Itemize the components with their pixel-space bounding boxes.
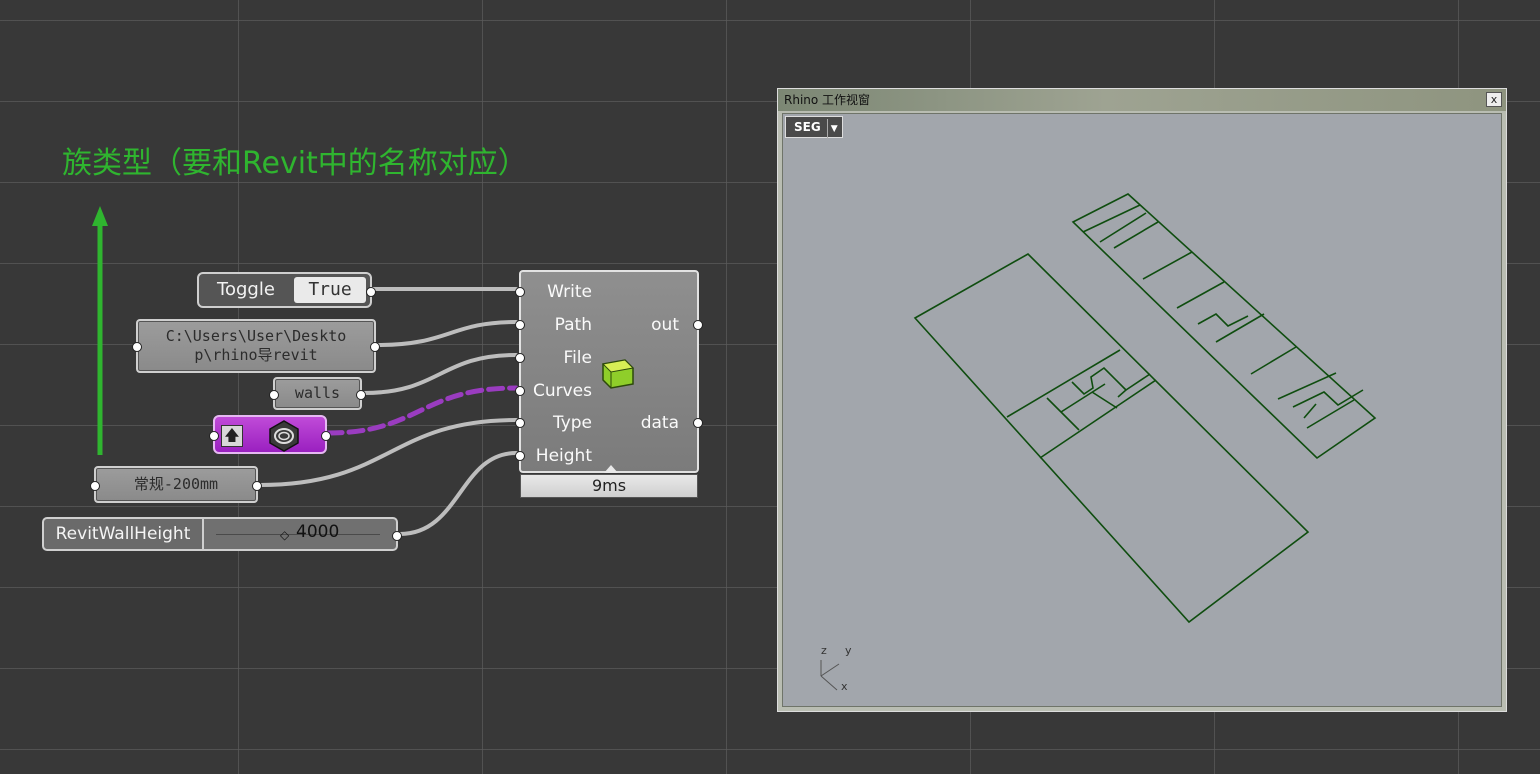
geometry-input-grip[interactable] [209,431,219,441]
geometry-parameter[interactable]: 🡅 [209,415,331,454]
partition-line [1006,349,1121,418]
walls-panel[interactable]: walls [269,377,366,410]
partition-line [1303,403,1317,419]
grip-curves[interactable] [515,386,525,396]
wire-slider-height[interactable] [398,451,518,536]
rhino-window-title: Rhino 工作视窗 [784,93,871,107]
slider-name: RevitWallHeight [44,519,204,549]
curve-geometry-icon [267,420,301,452]
grip-height[interactable] [515,451,525,461]
walls-panel-input-grip[interactable] [269,390,279,400]
type-panel[interactable]: 常规-200mm [90,466,262,503]
boolean-toggle[interactable]: Toggle True [197,272,376,308]
partition-line [1060,383,1106,413]
rhino-viewport[interactable]: SEG ▼ z y x [782,113,1502,707]
grip-file[interactable] [515,353,525,363]
walls-panel-output-grip[interactable] [356,390,366,400]
timer-pointer-icon [604,465,618,473]
close-icon[interactable]: x [1486,92,1502,107]
axis-z-label: z [821,644,827,657]
grip-data[interactable] [693,418,703,428]
axis-y-label: y [845,644,852,657]
grip-path[interactable] [515,320,525,330]
axis-x-label: x [841,680,848,693]
component-timer: 9ms [520,474,698,498]
type-panel-output-grip[interactable] [252,481,262,491]
annotation-arrow [92,206,108,455]
input-curves[interactable]: Curves [533,381,592,401]
partition-line [1113,221,1159,249]
partition-line [1039,379,1157,459]
grip-write[interactable] [515,287,525,297]
slider-value: 4000 [296,522,340,542]
toggle-value[interactable]: True [294,277,366,303]
partition-line [1250,346,1297,375]
grip-type[interactable] [515,418,525,428]
grip-out[interactable] [693,320,703,330]
partition-line [1176,281,1225,309]
axis-gizmo [820,660,840,691]
input-type[interactable]: Type [553,413,592,433]
rhino-titlebar[interactable]: Rhino 工作视窗 x [778,89,1506,111]
revit-export-icon [600,356,636,390]
input-file[interactable]: File [564,348,592,368]
type-panel-input-grip[interactable] [90,481,100,491]
input-height[interactable]: Height [536,446,592,466]
write-revit-component[interactable]: Write Path File Curves Type Height out d… [515,270,703,473]
arrow-up-icon: 🡅 [221,425,243,447]
rhino-viewport-window[interactable]: Rhino 工作视窗 x SEG ▼ z y x [777,88,1507,712]
path-panel[interactable]: C:\Users\User\Deskto p\rhino导revit [132,319,380,373]
input-path[interactable]: Path [555,315,592,335]
slider-output-grip[interactable] [392,531,402,541]
walls-panel-text: walls [294,384,341,402]
partition-line [1082,204,1141,233]
partition-line [1125,373,1151,391]
slider-knob-icon[interactable]: ◇ [280,528,289,542]
partition-line [1142,251,1193,280]
partition-line [1071,366,1128,398]
path-panel-output-grip[interactable] [370,342,380,352]
partition-line [1099,212,1147,243]
partition-line [1091,391,1118,409]
path-panel-line2: p\rhino导revit [194,346,318,364]
output-data[interactable]: data [641,413,679,433]
type-panel-text: 常规-200mm [133,475,219,493]
geometry-output-grip[interactable] [321,431,331,441]
viewport-geometry [820,193,1377,691]
path-panel-input-grip[interactable] [132,342,142,352]
partition-line [1197,313,1249,327]
corridor-outline [1071,193,1377,460]
path-panel-line1: C:\Users\User\Deskto [165,327,347,345]
toggle-output-grip[interactable] [366,287,376,297]
floor-outline [913,253,1310,624]
output-out[interactable]: out [651,315,679,335]
number-slider[interactable]: RevitWallHeight ◇ 4000 [42,517,402,551]
partition-line [1306,399,1355,429]
input-write[interactable]: Write [547,282,592,302]
toggle-label: Toggle [217,279,275,300]
partition-line [1215,313,1265,343]
annotation-text: 族类型（要和Revit中的名称对应） [62,146,528,181]
wire-path-path[interactable] [376,320,518,347]
